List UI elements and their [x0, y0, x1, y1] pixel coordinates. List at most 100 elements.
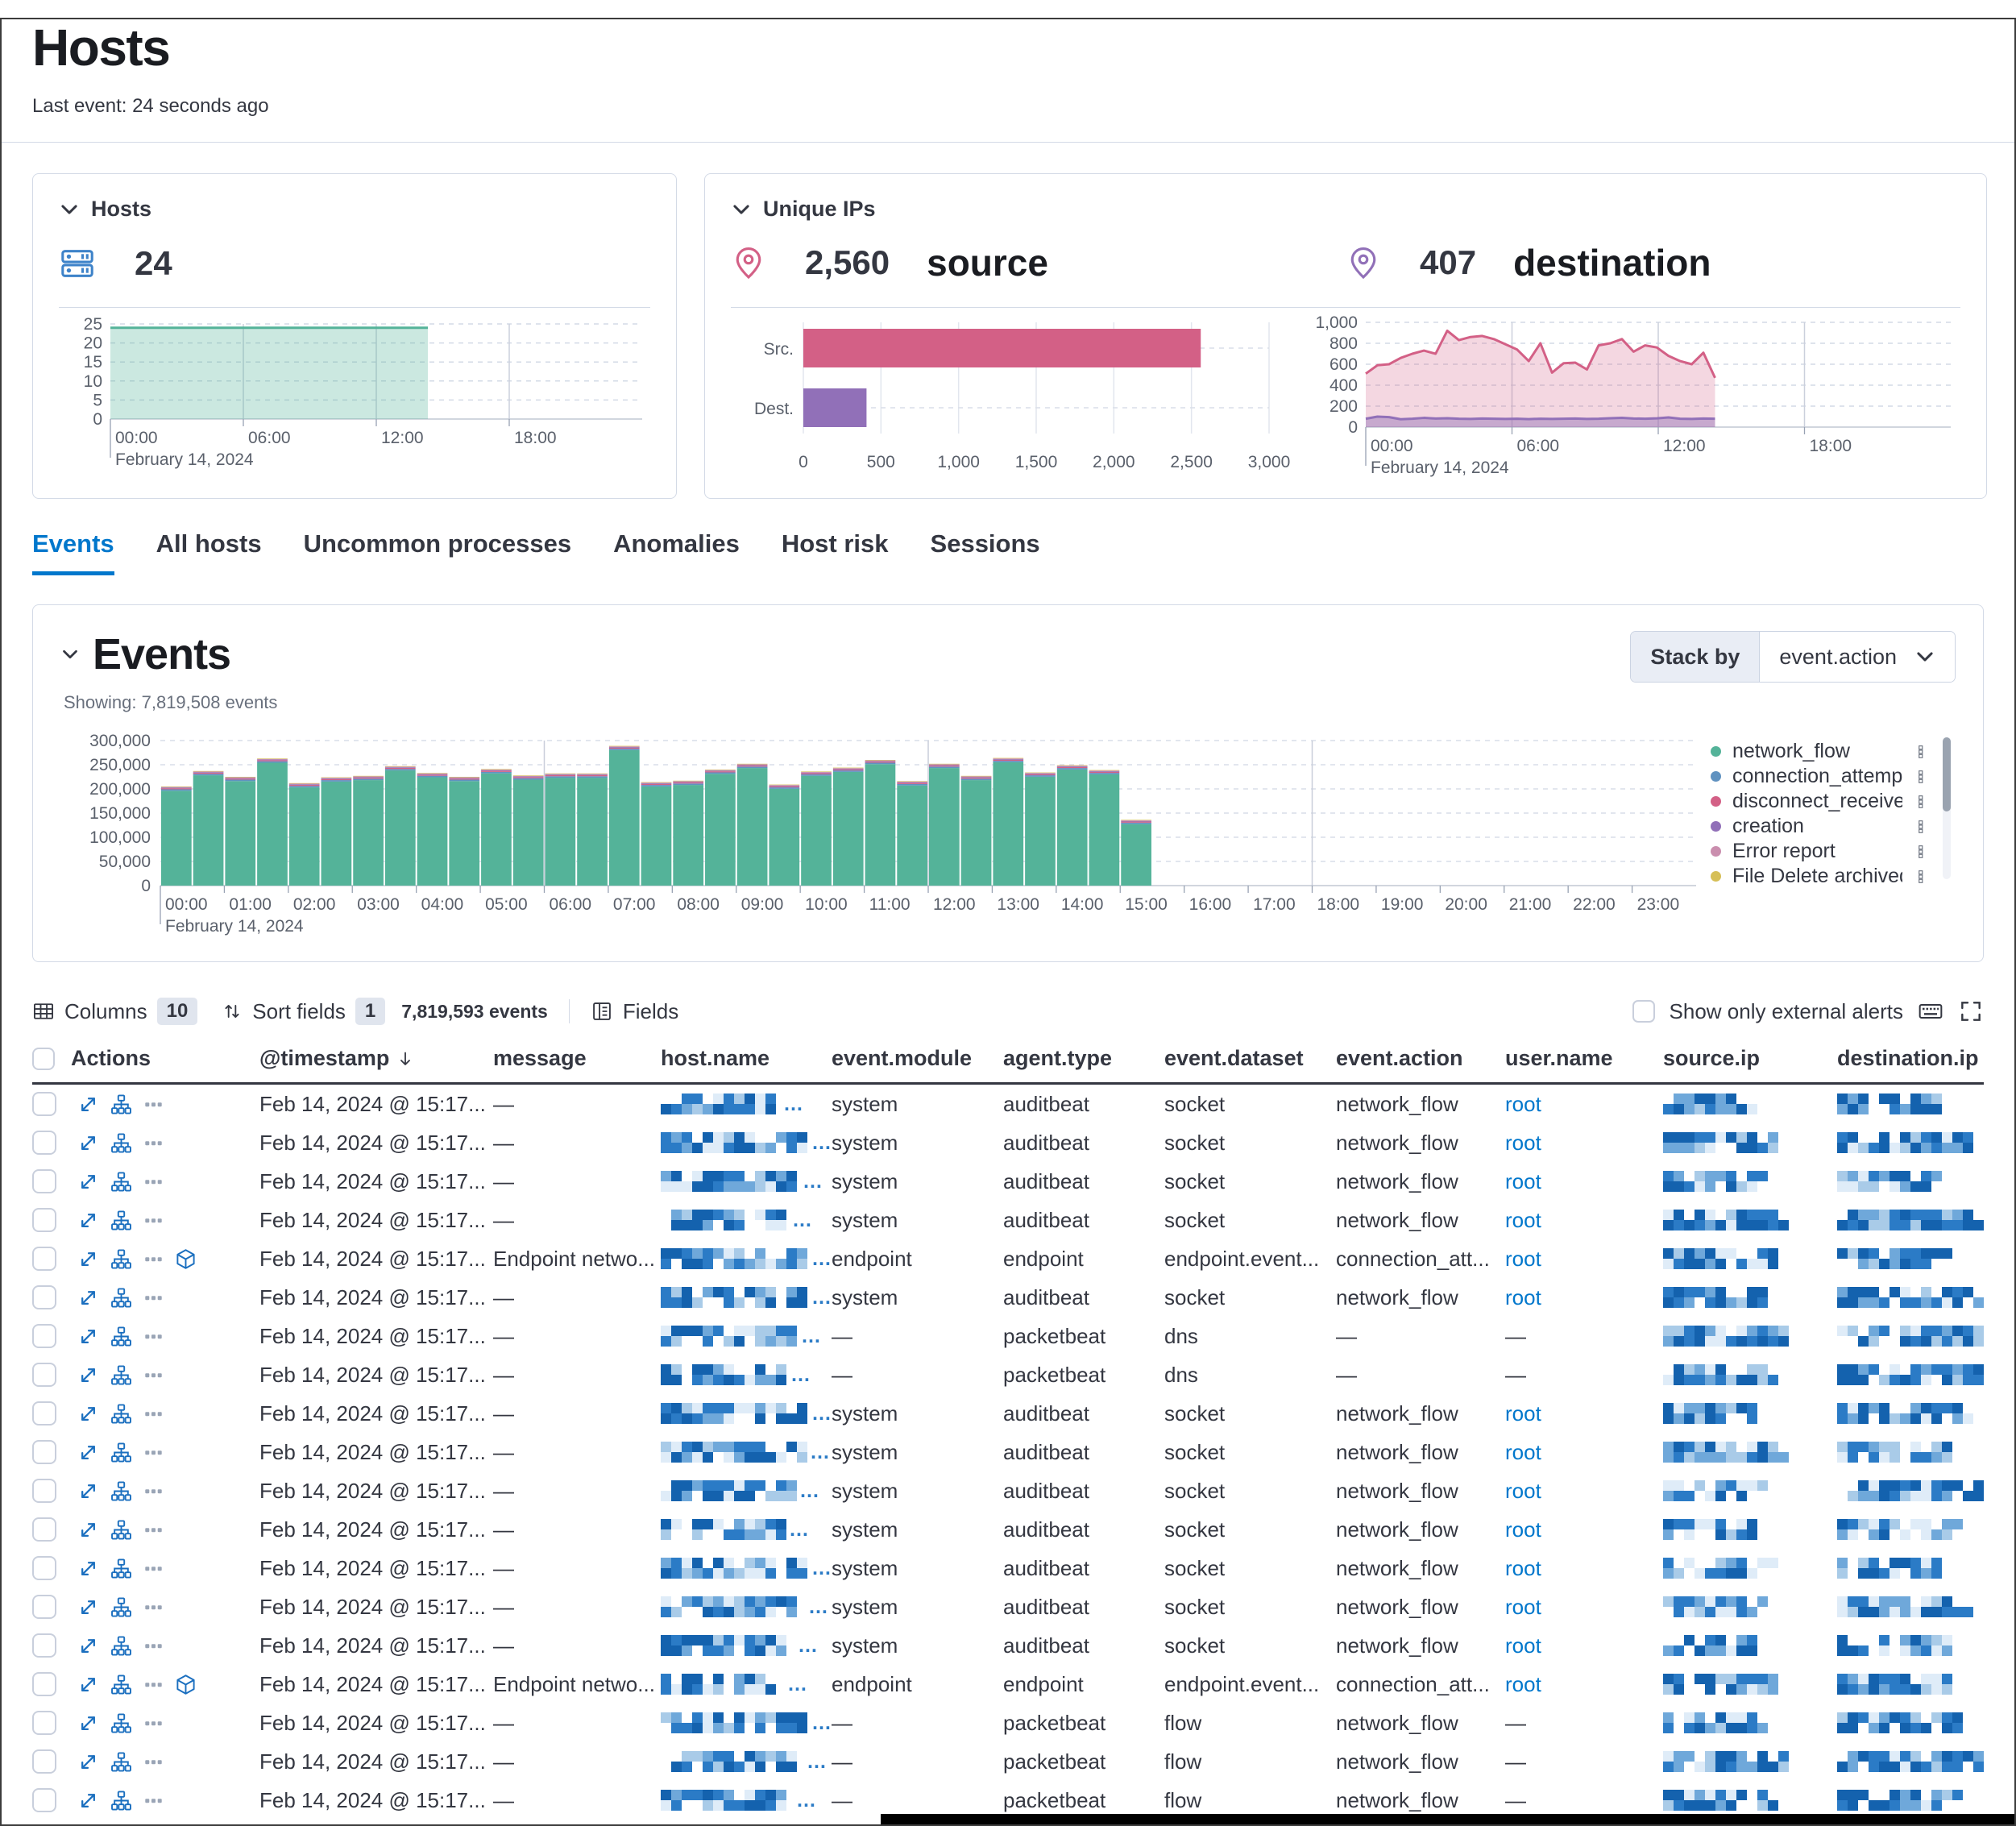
- analyze-event-icon[interactable]: [110, 1210, 132, 1231]
- source-ip-cell[interactable]: [1663, 1480, 1837, 1501]
- analyze-event-icon[interactable]: [110, 1326, 132, 1347]
- analyze-event-icon[interactable]: [110, 1248, 132, 1270]
- row-checkbox[interactable]: [32, 1131, 56, 1155]
- expand-event-icon[interactable]: [77, 1712, 99, 1734]
- more-actions-icon[interactable]: [143, 1404, 164, 1424]
- tab-host-risk[interactable]: Host risk: [782, 529, 889, 575]
- more-actions-icon[interactable]: [143, 1133, 164, 1153]
- column-header-Actions[interactable]: Actions: [71, 1046, 259, 1071]
- expand-event-icon[interactable]: [77, 1790, 99, 1811]
- host-name-cell[interactable]: …: [661, 1171, 832, 1192]
- column-header-eventmodule[interactable]: event.module: [832, 1046, 1003, 1071]
- analyze-event-icon[interactable]: [110, 1596, 132, 1618]
- destination-ip-cell[interactable]: [1837, 1790, 1984, 1811]
- destination-ip-cell[interactable]: [1837, 1751, 1984, 1772]
- expand-event-icon[interactable]: [77, 1519, 99, 1541]
- user-name-cell[interactable]: root: [1505, 1401, 1663, 1426]
- source-ip-cell[interactable]: [1663, 1596, 1837, 1617]
- analyze-event-icon[interactable]: [110, 1519, 132, 1541]
- more-actions-icon[interactable]: [143, 1520, 164, 1540]
- source-ip-cell[interactable]: [1663, 1635, 1837, 1656]
- column-header-hostname[interactable]: host.name: [661, 1046, 832, 1071]
- legend-item-file-delete-archived-[interactable]: File Delete archived (...: [1711, 864, 1952, 889]
- legend-actions-kebab-icon[interactable]: [1914, 795, 1928, 809]
- row-checkbox[interactable]: [32, 1595, 56, 1619]
- expand-event-icon[interactable]: [77, 1132, 99, 1154]
- more-actions-icon[interactable]: [143, 1326, 164, 1347]
- destination-ip-cell[interactable]: [1837, 1519, 1984, 1540]
- analyze-event-icon[interactable]: [110, 1480, 132, 1502]
- user-name-cell[interactable]: root: [1505, 1479, 1663, 1504]
- host-name-cell[interactable]: …: [661, 1519, 832, 1540]
- expand-event-icon[interactable]: [77, 1364, 99, 1386]
- source-ip-cell[interactable]: [1663, 1094, 1837, 1114]
- user-name-cell[interactable]: root: [1505, 1208, 1663, 1233]
- host-name-cell[interactable]: …: [661, 1596, 832, 1617]
- destination-ip-cell[interactable]: [1837, 1635, 1984, 1656]
- legend-item-network-flow[interactable]: network_flow: [1711, 739, 1952, 764]
- chevron-down-icon[interactable]: [59, 199, 80, 220]
- user-name-cell[interactable]: root: [1505, 1169, 1663, 1194]
- host-name-cell[interactable]: …: [661, 1287, 832, 1308]
- destination-ip-cell[interactable]: [1837, 1364, 1984, 1385]
- chevron-down-icon[interactable]: [60, 645, 80, 664]
- destination-ip-cell[interactable]: [1837, 1403, 1984, 1424]
- row-checkbox[interactable]: [32, 1324, 56, 1348]
- expand-event-icon[interactable]: [77, 1480, 99, 1502]
- source-ip-cell[interactable]: [1663, 1519, 1837, 1540]
- source-ip-cell[interactable]: [1663, 1287, 1837, 1308]
- expand-event-icon[interactable]: [77, 1635, 99, 1657]
- legend-actions-kebab-icon[interactable]: [1914, 745, 1928, 759]
- fullscreen-icon[interactable]: [1958, 998, 1984, 1024]
- more-actions-icon[interactable]: [143, 1210, 164, 1230]
- legend-actions-kebab-icon[interactable]: [1914, 869, 1928, 884]
- source-ip-cell[interactable]: [1663, 1210, 1837, 1230]
- user-name-cell[interactable]: root: [1505, 1285, 1663, 1310]
- row-checkbox[interactable]: [32, 1247, 56, 1271]
- destination-ip-cell[interactable]: [1837, 1674, 1984, 1695]
- user-name-cell[interactable]: root: [1505, 1672, 1663, 1697]
- user-name-cell[interactable]: root: [1505, 1247, 1663, 1272]
- host-name-cell[interactable]: …: [661, 1132, 832, 1153]
- analyze-event-icon[interactable]: [110, 1635, 132, 1657]
- keyboard-icon[interactable]: [1918, 998, 1943, 1024]
- legend-scrollbar-thumb[interactable]: [1943, 737, 1951, 811]
- expand-event-icon[interactable]: [77, 1558, 99, 1579]
- host-name-cell[interactable]: …: [661, 1712, 832, 1733]
- expand-event-icon[interactable]: [77, 1248, 99, 1270]
- column-header-sourceip[interactable]: source.ip: [1663, 1046, 1837, 1071]
- user-name-cell[interactable]: root: [1505, 1633, 1663, 1658]
- host-name-cell[interactable]: …: [661, 1248, 832, 1269]
- row-checkbox[interactable]: [32, 1749, 56, 1774]
- source-ip-cell[interactable]: [1663, 1132, 1837, 1153]
- source-ip-cell[interactable]: [1663, 1751, 1837, 1772]
- source-ip-cell[interactable]: [1663, 1326, 1837, 1347]
- analyze-event-icon[interactable]: [110, 1094, 132, 1115]
- analyze-event-icon[interactable]: [110, 1558, 132, 1579]
- user-name-cell[interactable]: root: [1505, 1131, 1663, 1156]
- destination-ip-cell[interactable]: [1837, 1210, 1984, 1230]
- more-actions-icon[interactable]: [143, 1558, 164, 1579]
- host-name-cell[interactable]: …: [661, 1790, 832, 1811]
- column-header-eventdataset[interactable]: event.dataset: [1164, 1046, 1336, 1071]
- destination-ip-cell[interactable]: [1837, 1712, 1984, 1733]
- expand-event-icon[interactable]: [77, 1751, 99, 1773]
- more-actions-icon[interactable]: [143, 1713, 164, 1733]
- destination-ip-cell[interactable]: [1837, 1094, 1984, 1114]
- analyze-event-icon[interactable]: [110, 1287, 132, 1309]
- more-actions-icon[interactable]: [143, 1288, 164, 1308]
- source-ip-cell[interactable]: [1663, 1364, 1837, 1385]
- source-ip-cell[interactable]: [1663, 1674, 1837, 1695]
- destination-ip-cell[interactable]: [1837, 1326, 1984, 1347]
- legend-actions-kebab-icon[interactable]: [1914, 820, 1928, 834]
- more-actions-icon[interactable]: [143, 1597, 164, 1617]
- user-name-cell[interactable]: root: [1505, 1556, 1663, 1581]
- more-actions-icon[interactable]: [143, 1249, 164, 1269]
- analyze-event-icon[interactable]: [110, 1171, 132, 1193]
- row-checkbox[interactable]: [32, 1711, 56, 1735]
- host-name-cell[interactable]: …: [661, 1635, 832, 1656]
- host-name-cell[interactable]: …: [661, 1751, 832, 1772]
- source-ip-cell[interactable]: [1663, 1403, 1837, 1424]
- column-header-message[interactable]: message: [493, 1046, 661, 1071]
- row-checkbox[interactable]: [32, 1401, 56, 1426]
